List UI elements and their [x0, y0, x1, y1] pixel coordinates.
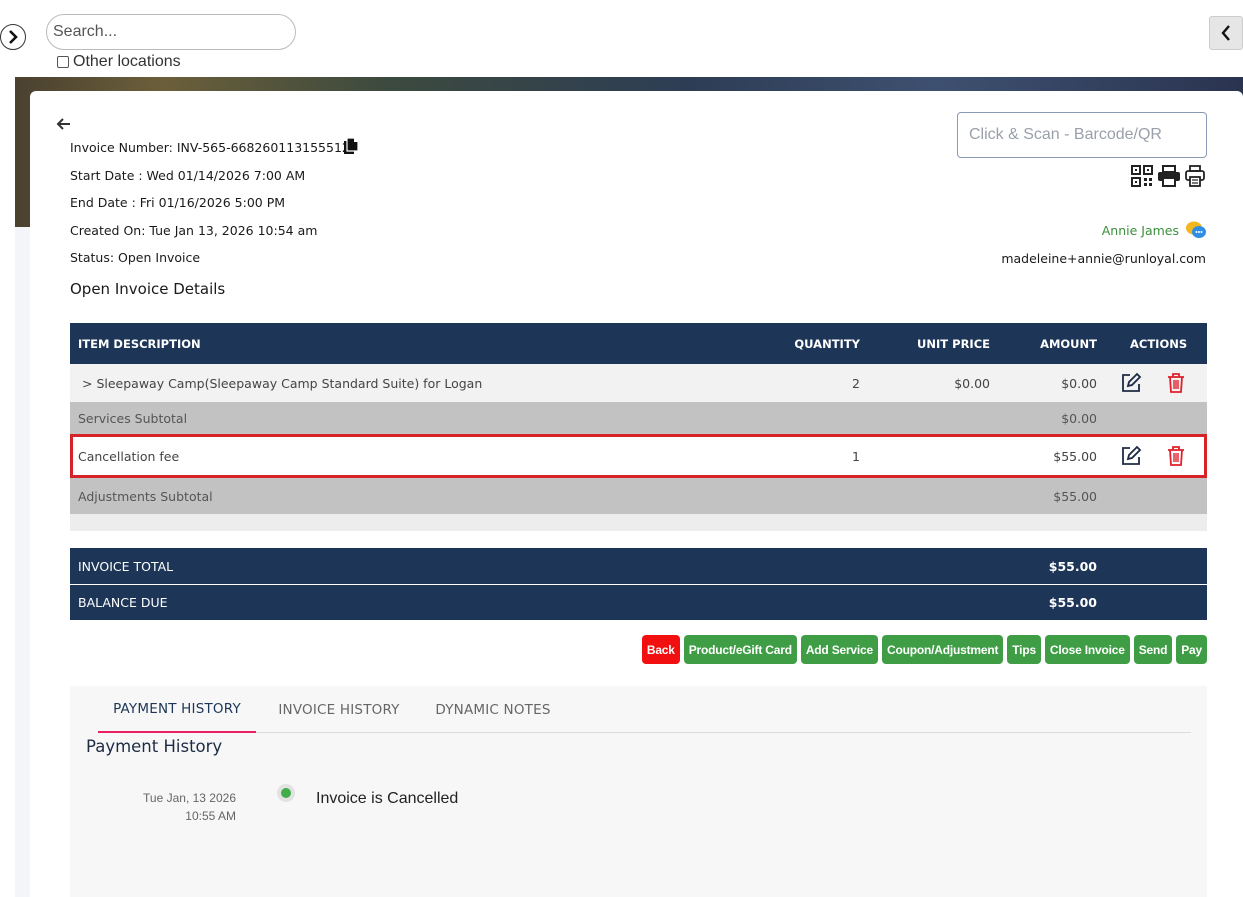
section-title: Open Invoice Details: [70, 280, 226, 298]
delete-icon[interactable]: [1166, 445, 1186, 467]
close-invoice-button[interactable]: Close Invoice: [1044, 635, 1130, 664]
cancellation-quantity: 1: [852, 448, 860, 464]
item-description[interactable]: > Sleepaway Camp(Sleepaway Camp Standard…: [82, 364, 482, 402]
chevron-left-icon: [1221, 25, 1230, 41]
coupon-adjustment-button[interactable]: Coupon/Adjustment: [882, 635, 1004, 664]
send-button[interactable]: Send: [1133, 635, 1173, 664]
history-tabs: PAYMENT HISTORY INVOICE HISTORY DYNAMIC …: [98, 686, 1191, 733]
header-item-description: ITEM DESCRIPTION: [78, 336, 201, 351]
back-arrow-icon[interactable]: [55, 115, 73, 133]
cancellation-actions: [1120, 437, 1186, 475]
top-bar: Other locations: [0, 0, 1243, 77]
timeline-dot-icon: [277, 784, 295, 802]
cancellation-description: Cancellation fee: [78, 448, 180, 464]
delete-icon[interactable]: [1166, 372, 1186, 394]
expand-sidebar-button[interactable]: [0, 24, 26, 50]
history-event-text: Invoice is Cancelled: [316, 790, 459, 807]
add-service-button[interactable]: Add Service: [800, 635, 878, 664]
customer-info: Annie James: [1102, 220, 1207, 240]
history-date: Tue Jan, 13 2026: [143, 791, 236, 805]
history-time: 10:55 AM: [185, 809, 236, 823]
other-locations-checkbox[interactable]: Other locations: [57, 53, 181, 71]
cancellation-amount: $55.00: [1053, 448, 1097, 464]
product-egift-card-button[interactable]: Product/eGift Card: [683, 635, 797, 664]
invoice-total-label: INVOICE TOTAL: [78, 558, 174, 574]
end-date: End Date : Fri 01/16/2026 5:00 PM: [70, 195, 286, 210]
services-subtotal-amount: $0.00: [1061, 410, 1097, 426]
tips-button[interactable]: Tips: [1007, 635, 1041, 664]
search-input[interactable]: [46, 14, 296, 50]
payment-history-title: Payment History: [86, 737, 223, 756]
toolbar-icons: [1131, 165, 1205, 187]
invoice-total-amount: $55.00: [1048, 558, 1097, 574]
customer-email: madeleine+annie@runloyal.com: [1001, 251, 1206, 266]
pay-button[interactable]: Pay: [1176, 635, 1207, 664]
cancellation-fee-row: Cancellation fee 1 $55.00: [70, 434, 1207, 478]
header-actions: ACTIONS: [1130, 336, 1188, 351]
qr-code-icon[interactable]: [1131, 165, 1153, 187]
spacer-row: [70, 514, 1207, 531]
services-subtotal-row: Services Subtotal $0.00: [70, 402, 1207, 434]
checkbox-box[interactable]: [57, 56, 69, 68]
table-header: ITEM DESCRIPTION QUANTITY UNIT PRICE AMO…: [70, 323, 1207, 364]
item-actions: [1120, 364, 1186, 402]
other-locations-label: Other locations: [73, 53, 181, 70]
adjustments-subtotal-row: Adjustments Subtotal $55.00: [70, 478, 1207, 514]
adjustments-subtotal-amount: $55.00: [1053, 488, 1097, 504]
barcode-scan-input[interactable]: [957, 112, 1207, 158]
invoice-number: Invoice Number: INV-565-668260113155512: [70, 140, 350, 155]
edit-icon[interactable]: [1120, 445, 1142, 467]
balance-due-label: BALANCE DUE: [78, 595, 168, 610]
balance-due-amount: $55.00: [1048, 595, 1097, 610]
start-date: Start Date : Wed 01/14/2026 7:00 AM: [70, 168, 306, 183]
customer-name-link[interactable]: Annie James: [1102, 223, 1179, 238]
balance-due-row: BALANCE DUE $55.00: [70, 585, 1207, 620]
tab-invoice-history[interactable]: INVOICE HISTORY: [266, 686, 412, 733]
print-icon[interactable]: [1157, 165, 1181, 187]
history-panel: PAYMENT HISTORY INVOICE HISTORY DYNAMIC …: [70, 686, 1207, 897]
invoice-status: Status: Open Invoice: [70, 250, 201, 265]
edit-icon[interactable]: [1120, 372, 1142, 394]
tab-payment-history[interactable]: PAYMENT HISTORY: [98, 686, 256, 733]
copy-icon[interactable]: [343, 137, 359, 155]
header-quantity: QUANTITY: [794, 336, 860, 351]
receipt-print-icon[interactable]: [1185, 165, 1205, 187]
item-unit-price: $0.00: [954, 375, 990, 391]
chevron-right-icon: [9, 30, 18, 44]
item-amount: $0.00: [1061, 375, 1097, 391]
item-quantity: 2: [852, 375, 860, 391]
back-button[interactable]: Back: [641, 635, 680, 664]
chat-icon[interactable]: [1185, 220, 1207, 240]
adjustments-subtotal-label: Adjustments Subtotal: [78, 488, 213, 504]
invoice-total-row: INVOICE TOTAL $55.00: [70, 548, 1207, 584]
invoice-action-bar: Back Product/eGift Card Add Service Coup…: [641, 635, 1207, 664]
header-unit-price: UNIT PRICE: [917, 336, 990, 351]
created-on: Created On: Tue Jan 13, 2026 10:54 am: [70, 223, 318, 238]
history-timestamp: Tue Jan, 13 2026 10:55 AM: [143, 789, 236, 825]
services-subtotal-label: Services Subtotal: [78, 410, 188, 426]
collapse-panel-button[interactable]: [1209, 16, 1243, 50]
header-amount: AMOUNT: [1040, 336, 1097, 351]
table-row: > Sleepaway Camp(Sleepaway Camp Standard…: [70, 364, 1207, 402]
tab-dynamic-notes[interactable]: DYNAMIC NOTES: [424, 686, 562, 733]
